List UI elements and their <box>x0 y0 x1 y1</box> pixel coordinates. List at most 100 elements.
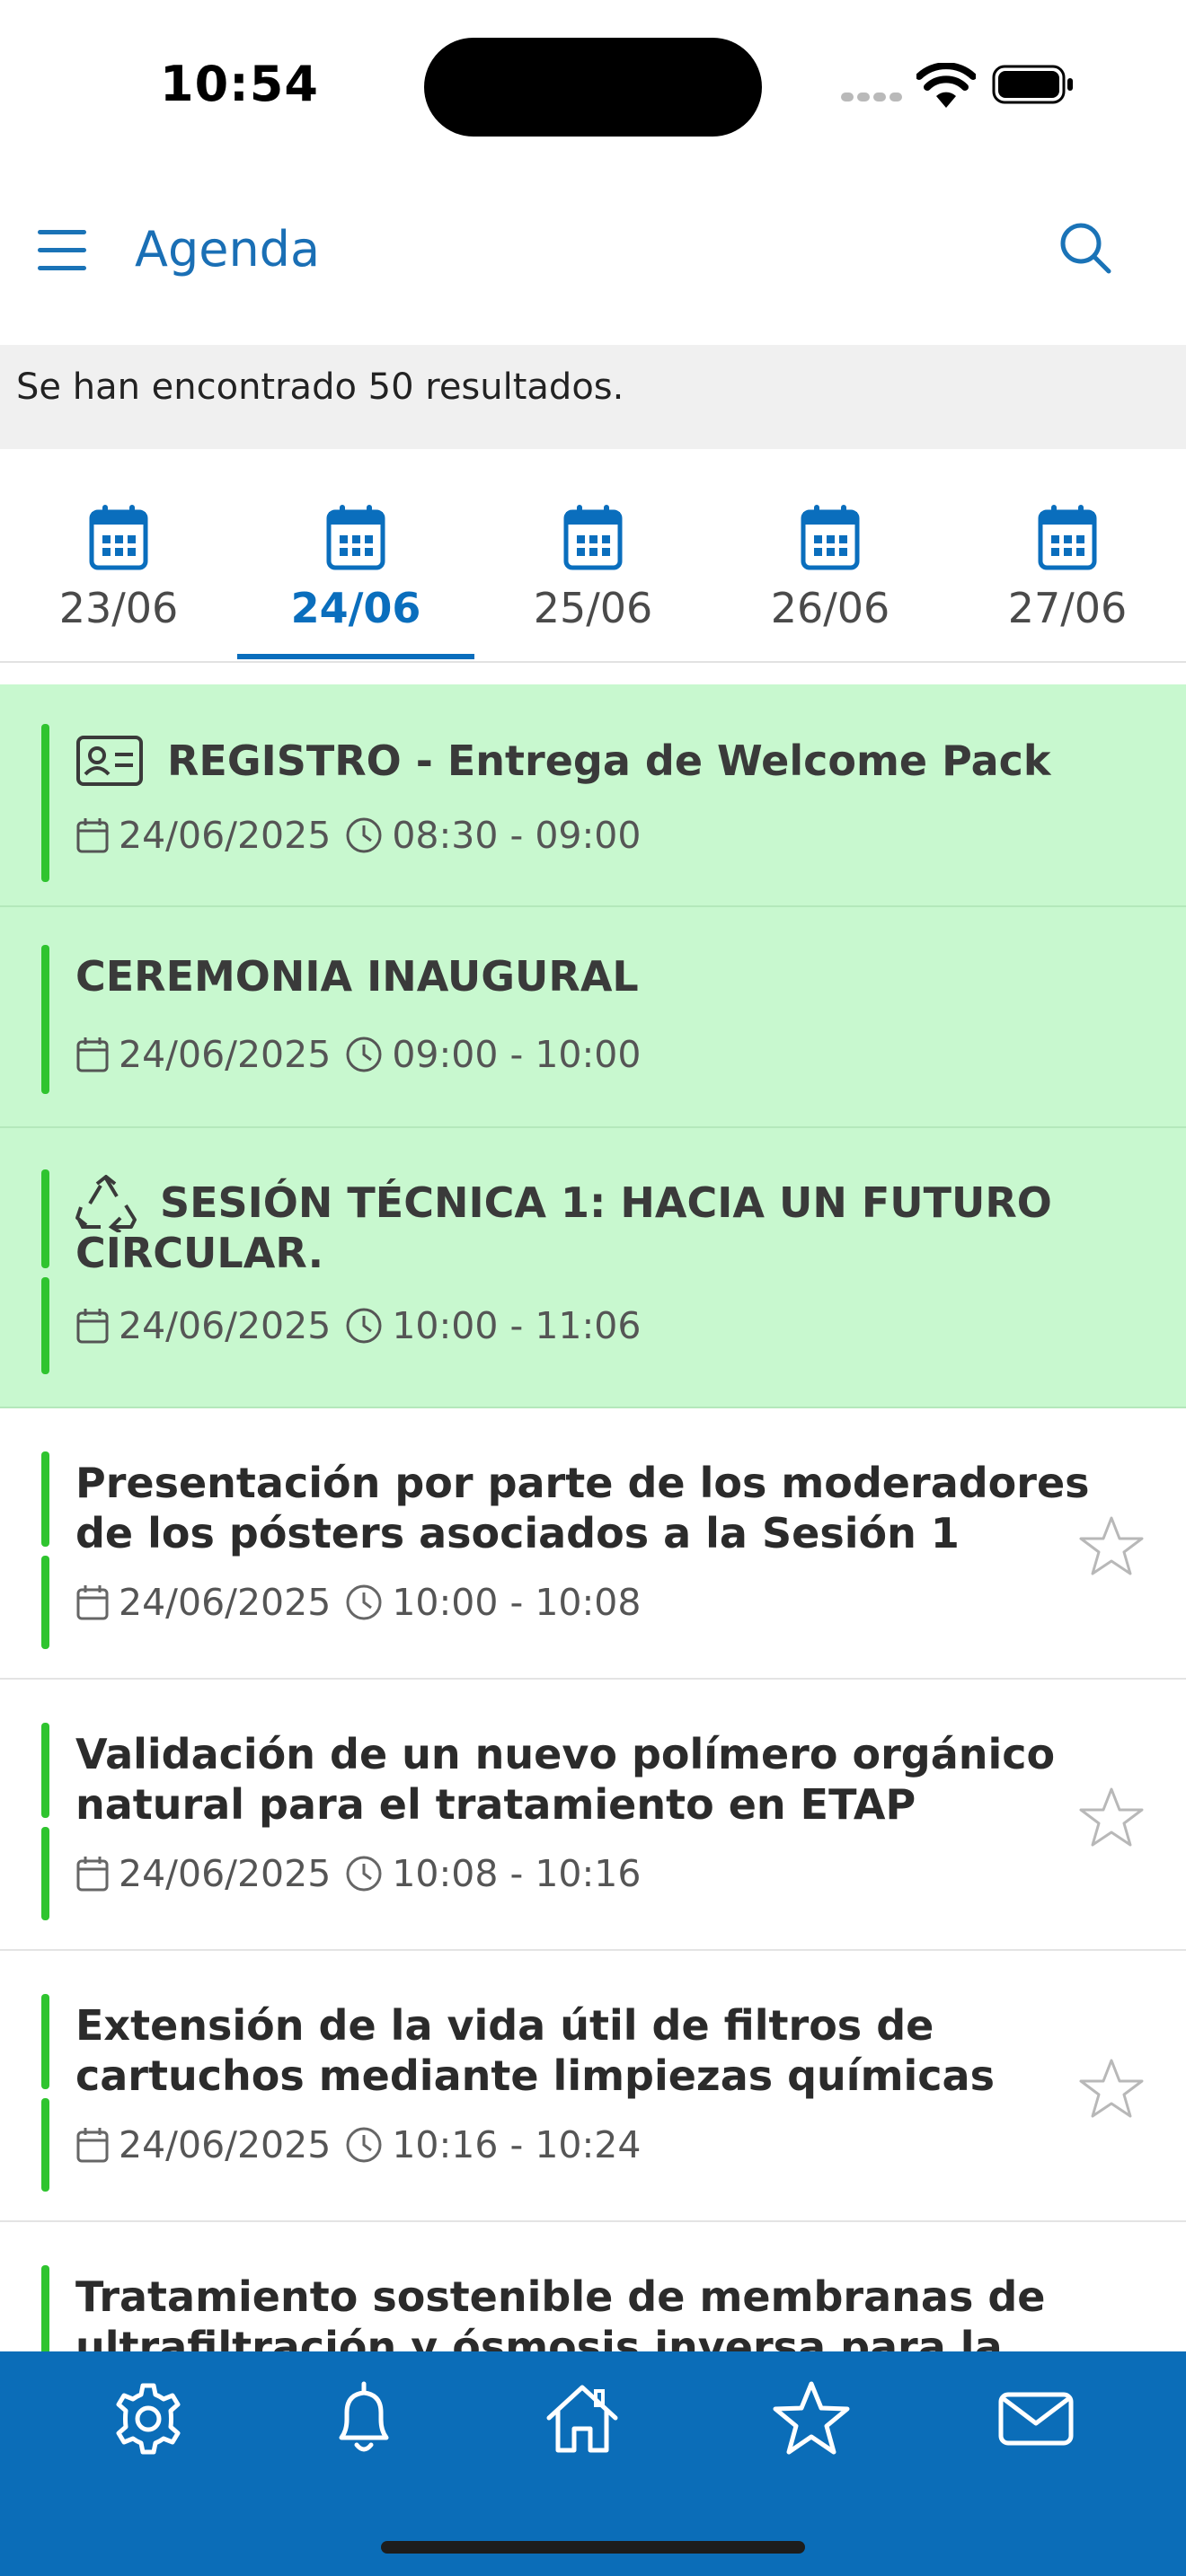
status-bar-indicator <box>41 1723 49 1818</box>
tab-label: 26/06 <box>770 584 890 632</box>
tab-label: 25/06 <box>533 584 653 632</box>
item-title-line2: ultrafiltración y ósmosis inversa para l… <box>75 2323 1003 2351</box>
item-date: 24/06/2025 <box>119 814 332 857</box>
item-time: 10:08 - 10:16 <box>392 1852 642 1895</box>
item-title-line2: cartuchos mediante limpiezas químicas <box>75 2051 995 2100</box>
status-bar-indicator <box>41 724 49 882</box>
item-title: CEREMONIA INAUGURAL <box>75 952 639 1001</box>
calendar-outline-icon <box>76 1857 109 1892</box>
item-meta: 24/06/2025 09:00 - 10:00 <box>75 1033 641 1076</box>
item-date: 24/06/2025 <box>119 1304 332 1347</box>
item-meta: 24/06/2025 08:30 - 09:00 <box>75 814 641 857</box>
battery-icon <box>992 65 1073 104</box>
clock-icon <box>346 1584 382 1620</box>
clock-icon <box>346 1037 382 1072</box>
item-title: Tratamiento sostenible de membranas de <box>75 2272 1046 2321</box>
calendar-outline-icon <box>76 2128 109 2163</box>
date-tabs: 23/06 24/06 25/06 26/06 27/06 <box>0 449 1186 663</box>
status-bar-indicator <box>41 1994 49 2089</box>
item-meta: 24/06/2025 10:08 - 10:16 <box>75 1852 641 1895</box>
item-date: 24/06/2025 <box>119 1033 332 1076</box>
tab-date-25-06[interactable]: 25/06 <box>474 503 712 661</box>
calendar-icon <box>89 505 148 570</box>
list-item[interactable]: Extensión de la vida útil de filtros de … <box>0 1951 1186 2222</box>
list-item[interactable]: SESIÓN TÉCNICA 1: HACIA UN FUTURO CIRCUL… <box>0 1128 1186 1408</box>
item-meta: 24/06/2025 10:16 - 10:24 <box>75 2123 641 2166</box>
tab-date-23-06[interactable]: 23/06 <box>0 503 237 661</box>
item-meta: 24/06/2025 10:00 - 10:08 <box>75 1581 641 1624</box>
bell-icon[interactable] <box>323 2378 404 2459</box>
clock-icon <box>346 1308 382 1344</box>
favorite-star-icon[interactable] <box>1078 1786 1145 1848</box>
item-title: REGISTRO - Entrega de Welcome Pack <box>167 737 1051 785</box>
bottom-navigation <box>0 2351 1186 2576</box>
status-bar-indicator <box>41 1556 49 1649</box>
clock-icon <box>346 817 382 853</box>
favorite-star-icon[interactable] <box>1078 2057 1145 2120</box>
status-bar-indicator <box>41 945 49 1094</box>
dynamic-island <box>424 38 762 137</box>
mail-icon[interactable] <box>996 2378 1076 2459</box>
item-date: 24/06/2025 <box>119 1581 332 1624</box>
app-header: Agenda <box>0 171 1186 345</box>
tab-date-27-06[interactable]: 27/06 <box>949 503 1186 661</box>
id-card-icon <box>76 736 143 786</box>
status-bar-indicator <box>41 1277 49 1374</box>
item-title-line2: natural para el tratamiento en ETAP <box>75 1780 916 1829</box>
calendar-outline-icon <box>76 1037 109 1072</box>
wifi-icon <box>916 63 976 108</box>
calendar-outline-icon <box>76 1585 109 1620</box>
status-bar-indicator <box>41 1827 49 1920</box>
tab-label: 27/06 <box>1007 584 1128 632</box>
status-bar-indicator <box>41 1169 49 1268</box>
gear-icon[interactable] <box>108 2378 189 2459</box>
item-time: 08:30 - 09:00 <box>392 814 642 857</box>
item-meta: 24/06/2025 10:00 - 11:06 <box>75 1304 641 1347</box>
calendar-outline-icon <box>76 818 109 853</box>
favorite-star-icon[interactable] <box>1078 1514 1145 1577</box>
calendar-outline-icon <box>76 1309 109 1344</box>
item-title: SESIÓN TÉCNICA 1: HACIA UN FUTURO <box>160 1178 1052 1227</box>
recycle-icon <box>75 1175 137 1232</box>
item-title: Extensión de la vida útil de filtros de <box>75 2001 934 2050</box>
tab-date-26-06[interactable]: 26/06 <box>712 503 949 661</box>
item-date: 24/06/2025 <box>119 2123 332 2166</box>
list-item[interactable]: CEREMONIA INAUGURAL 24/06/2025 09:00 - 1… <box>0 907 1186 1128</box>
item-time: 10:16 - 10:24 <box>392 2123 642 2166</box>
home-indicator <box>381 2541 805 2554</box>
star-icon[interactable] <box>771 2378 852 2459</box>
tab-label: 24/06 <box>290 584 421 632</box>
calendar-icon <box>1038 505 1097 570</box>
item-time: 09:00 - 10:00 <box>392 1033 642 1076</box>
item-title-line2: de los pósters asociados a la Sesión 1 <box>75 1509 960 1557</box>
item-title-line2: CIRCULAR. <box>75 1229 324 1277</box>
tab-date-24-06[interactable]: 24/06 <box>237 503 474 661</box>
agenda-list[interactable]: REGISTRO - Entrega de Welcome Pack 24/06… <box>0 684 1186 2351</box>
calendar-icon <box>563 505 623 570</box>
cellular-signal-icon <box>841 93 902 101</box>
list-item[interactable]: Presentación por parte de los moderadore… <box>0 1408 1186 1680</box>
calendar-icon <box>326 505 385 570</box>
list-item[interactable]: Validación de un nuevo polímero orgánico… <box>0 1680 1186 1951</box>
active-tab-indicator <box>237 654 474 659</box>
page-title: Agenda <box>135 221 321 278</box>
status-bar-indicator <box>41 2098 49 2192</box>
status-bar: 10:54 <box>0 0 1186 171</box>
hamburger-menu-icon[interactable] <box>38 228 90 273</box>
search-icon[interactable] <box>1057 219 1114 277</box>
item-time: 10:00 - 11:06 <box>392 1304 642 1347</box>
clock-icon <box>346 2127 382 2163</box>
item-title: Presentación por parte de los moderadore… <box>75 1459 1090 1507</box>
status-bar-indicator <box>41 1451 49 1547</box>
clock-icon <box>346 1856 382 1892</box>
list-item[interactable]: REGISTRO - Entrega de Welcome Pack 24/06… <box>0 684 1186 907</box>
item-time: 10:00 - 10:08 <box>392 1581 642 1624</box>
tab-label: 23/06 <box>58 584 179 632</box>
calendar-icon <box>801 505 860 570</box>
item-date: 24/06/2025 <box>119 1852 332 1895</box>
item-title: Validación de un nuevo polímero orgánico <box>75 1730 1056 1778</box>
results-summary: Se han encontrado 50 resultados. <box>0 345 1186 449</box>
status-bar-indicator <box>41 2265 49 2351</box>
home-icon[interactable] <box>542 2378 623 2459</box>
list-item[interactable]: Tratamiento sostenible de membranas de u… <box>0 2222 1186 2351</box>
